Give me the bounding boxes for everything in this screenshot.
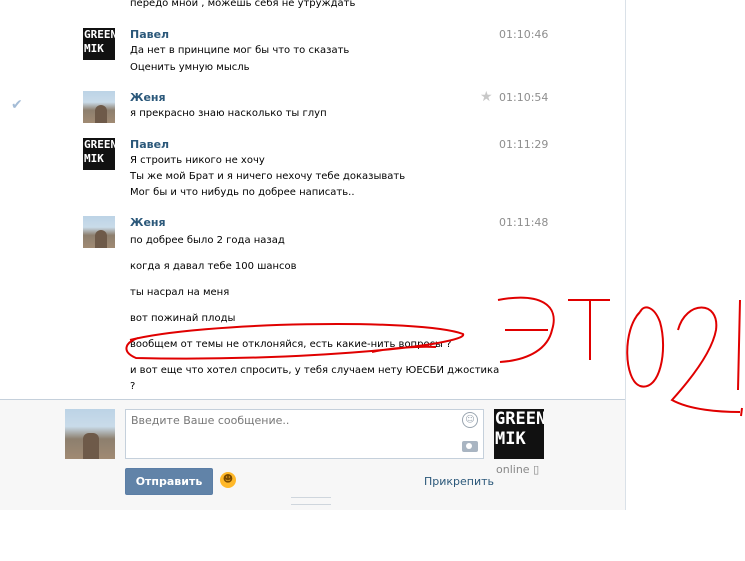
message-time[interactable]: 01:10:46 [499, 28, 548, 41]
message-line: ты насрал на меня [130, 287, 230, 298]
message-line: ? [130, 381, 136, 392]
message-author[interactable]: Женя [130, 216, 166, 229]
message: Женя 01:10:54 я прекрасно знаю насколько… [0, 91, 625, 123]
emoji-icon[interactable]: ☻ [220, 472, 236, 488]
avatar[interactable] [83, 216, 115, 248]
message-line: Ты же мой Брат и я ничего нехочу тебе до… [130, 171, 406, 182]
message-time[interactable]: 01:11:48 [499, 216, 548, 229]
camera-icon[interactable] [462, 441, 478, 452]
message-time[interactable]: 01:11:29 [499, 138, 548, 151]
attach-link[interactable]: Прикрепить [424, 475, 494, 488]
avatar[interactable] [83, 91, 115, 123]
friend-avatar-text: GREEN MIK [495, 409, 544, 449]
avatar-text: GREEN MIK [84, 28, 115, 55]
message-line: по добрее было 2 года назад [130, 235, 285, 246]
message-line: Мог бы и что нибудь по добрее написать.. [130, 187, 355, 198]
message-line: Да нет в принципе мог бы что то сказать [130, 45, 350, 56]
letter-o [626, 306, 664, 388]
star-icon[interactable]: ★ [480, 89, 493, 105]
message-input-placeholder: Введите Ваше сообщение.. [131, 414, 290, 427]
message-line: когда я давал тебе 100 шансов [130, 261, 297, 272]
message-line: я прекрасно знаю насколько ты глуп [130, 108, 327, 119]
mobile-icon: ▯ [533, 463, 540, 476]
exclamation [737, 299, 743, 417]
avatar-text: GREEN MIK [84, 138, 115, 165]
message-line: вообщем от темы не отклоняйся, есть каки… [130, 339, 452, 350]
smiley-icon[interactable]: ☺ [462, 412, 478, 428]
message: Женя 01:11:48 по добрее было 2 года наза… [0, 216, 625, 396]
message-line: и вот еще что хотел спросить, у тебя слу… [130, 365, 500, 376]
avatar[interactable]: GREEN MIK [83, 138, 115, 170]
checkmark-icon: ✔ [11, 97, 23, 113]
message-author[interactable]: Женя [130, 91, 166, 104]
message-line: вот пожинай плоды [130, 313, 236, 324]
message: GREEN MIK Павел 01:10:46 Да нет в принцип… [0, 28, 625, 78]
message-author[interactable]: Павел [130, 28, 169, 41]
resize-grip[interactable] [291, 497, 331, 505]
online-status-label: online [496, 463, 530, 476]
send-button[interactable]: Отправить [125, 468, 213, 495]
message: GREEN MIK Павел 01:11:29 Я строить никого… [0, 138, 625, 202]
message-author[interactable]: Павел [130, 138, 169, 151]
digit-2 [670, 306, 741, 413]
message-line: Оценить умную мысль [130, 62, 250, 73]
my-avatar[interactable] [65, 409, 115, 459]
dialog-panel: передо мной , можешь себя не утруждать G… [0, 0, 626, 510]
avatar[interactable]: GREEN MIK [83, 28, 115, 60]
message-line: Я строить никого не хочу [130, 155, 265, 166]
message-time[interactable]: 01:10:54 [499, 91, 548, 104]
message-line: передо мной , можешь себя не утруждать [130, 0, 356, 9]
friend-avatar[interactable]: GREEN MIK [494, 409, 544, 459]
message-history[interactable]: передо мной , можешь себя не утруждать G… [0, 0, 625, 399]
online-status: online ▯ [496, 463, 539, 476]
